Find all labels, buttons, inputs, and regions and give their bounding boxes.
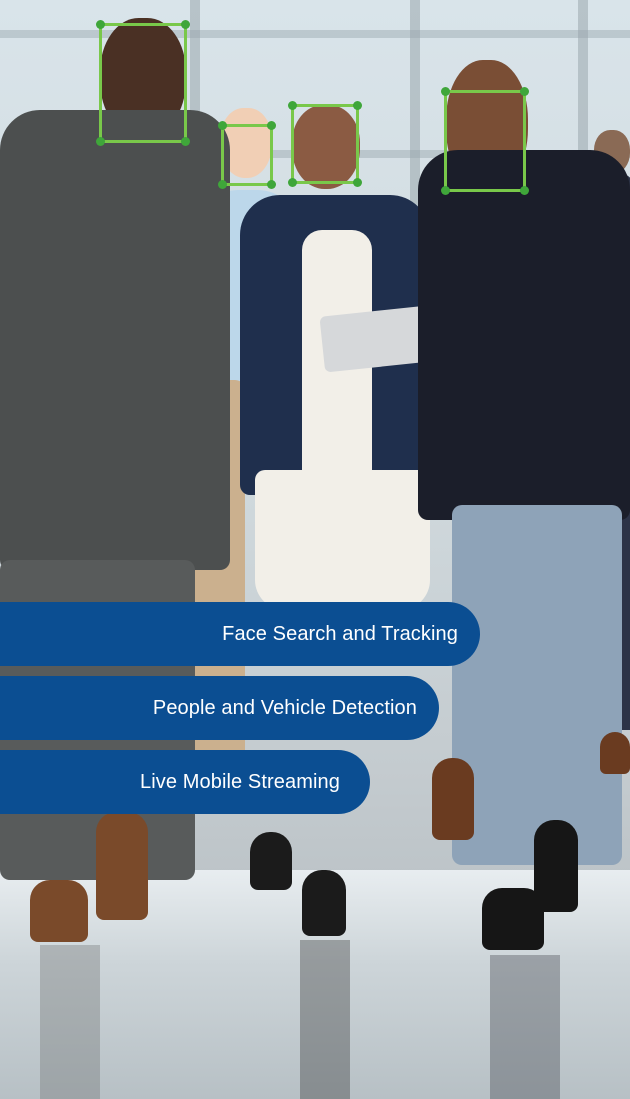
face-detection-box [288, 101, 362, 187]
feature-label: People and Vehicle Detection [152, 696, 417, 719]
feature-pill-live-mobile-streaming: Live Mobile Streaming [0, 750, 370, 814]
box-corner-handle [520, 87, 529, 96]
box-corner-handle [267, 121, 276, 130]
feature-pill-people-vehicle-detection: People and Vehicle Detection [0, 676, 439, 740]
reflection [40, 945, 100, 1099]
box-corner-handle [353, 101, 362, 110]
box-corner-handle [520, 186, 529, 195]
box-corner-handle [96, 137, 105, 146]
face-detection-box [441, 87, 529, 195]
box-corner-handle [181, 137, 190, 146]
feature-label: Face Search and Tracking [222, 622, 458, 645]
box-corner-handle [96, 20, 105, 29]
box-corner-handle [288, 101, 297, 110]
face-detection-box [218, 121, 276, 189]
box-corner-handle [267, 180, 276, 189]
box-corner-handle [353, 178, 362, 187]
feature-pill-face-search: Face Search and Tracking [0, 602, 480, 666]
reflection [300, 940, 350, 1099]
window-frame [0, 30, 630, 38]
box-corner-handle [181, 20, 190, 29]
box-corner-handle [218, 121, 227, 130]
reflection [490, 955, 560, 1099]
hero-photo: Face Search and Tracking People and Vehi… [0, 0, 630, 1099]
feature-label: Live Mobile Streaming [140, 770, 340, 793]
box-corner-handle [441, 186, 450, 195]
face-detection-box [96, 20, 190, 146]
box-corner-handle [218, 180, 227, 189]
box-corner-handle [288, 178, 297, 187]
box-corner-handle [441, 87, 450, 96]
